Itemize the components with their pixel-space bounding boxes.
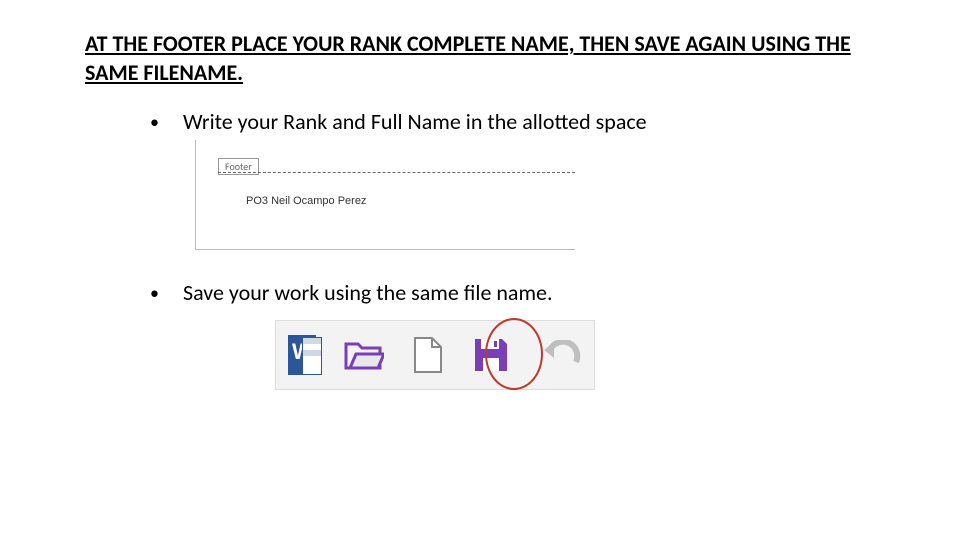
instruction-heading: AT THE FOOTER PLACE YOUR RANK COMPLETE N… xyxy=(85,30,875,87)
footer-boundary-line xyxy=(218,172,575,173)
bullet-item-1: • Write your Rank and Full Name in the a… xyxy=(150,108,647,136)
word-app-icon[interactable] xyxy=(288,335,316,375)
quick-access-toolbar xyxy=(275,320,595,390)
bullet-1-text: Write your Rank and Full Name in the all… xyxy=(183,108,647,135)
bullet-marker: • xyxy=(150,108,159,136)
save-icon[interactable] xyxy=(472,336,510,374)
open-folder-icon[interactable] xyxy=(344,338,384,372)
bullet-2-text: Save your work using the same file name. xyxy=(183,279,553,306)
bullet-marker: • xyxy=(150,279,159,307)
bullet-item-2: • Save your work using the same file nam… xyxy=(150,279,553,307)
footer-example-text: PO3 Neil Ocampo Perez xyxy=(246,195,366,207)
undo-icon[interactable] xyxy=(538,340,582,370)
footer-screenshot: Footer PO3 Neil Ocampo Perez xyxy=(195,140,575,250)
new-document-icon[interactable] xyxy=(412,336,444,374)
